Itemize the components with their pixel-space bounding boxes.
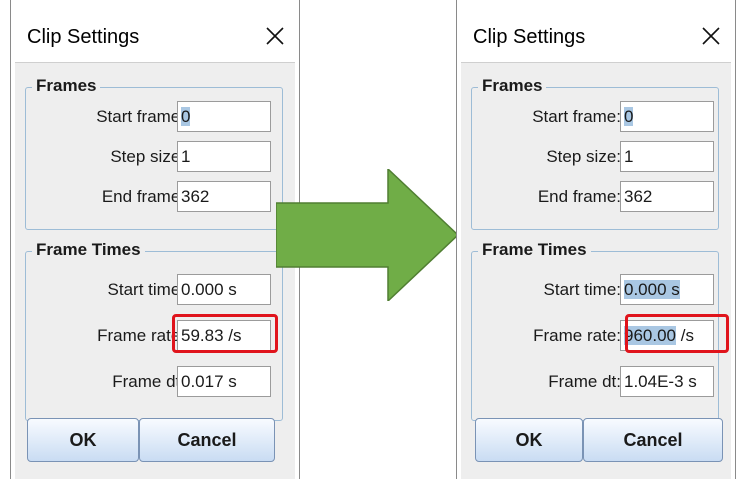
ok-button[interactable]: OK	[27, 418, 139, 462]
start-time-label: Start time:	[543, 280, 621, 299]
frame-dt-row: Frame dt: 0.017 s	[26, 363, 282, 401]
start-frame-label: Start frame:	[532, 107, 621, 126]
frame-rate-row: Frame rate: 59.83 /s	[26, 317, 282, 355]
frame-rate-field[interactable]: 960.00 /s	[620, 320, 714, 351]
step-size-label: Step size:	[546, 147, 621, 166]
start-frame-value: 0	[181, 107, 191, 126]
end-frame-row: End frame: 362	[26, 178, 282, 216]
start-frame-field[interactable]: 0	[620, 101, 714, 132]
clip-settings-dialog-after: Clip Settings Frames Start frame: 0 Step…	[456, 0, 736, 479]
cancel-button[interactable]: Cancel	[583, 418, 723, 462]
end-frame-label: End frame:	[101, 187, 185, 206]
start-time-field[interactable]: 0.000 s	[620, 274, 714, 305]
start-time-field[interactable]: 0.000 s	[177, 274, 271, 305]
dialog-title: Clip Settings	[27, 26, 140, 48]
step-size-row: Step size: 1	[472, 138, 718, 176]
frames-group: Frames Start frame: 0 Step size: 1 End f…	[25, 76, 283, 230]
clip-settings-dialog-before: Clip Settings Frames Start frame: 0 Step…	[10, 0, 300, 479]
frame-rate-field[interactable]: 59.83 /s	[177, 320, 271, 351]
frame-dt-field[interactable]: 1.04E-3 s	[620, 366, 714, 397]
frame-dt-label: Frame dt:	[112, 372, 185, 391]
right-arrow-icon	[276, 169, 458, 301]
step-size-field[interactable]: 1	[620, 141, 714, 172]
frame-times-legend: Frame Times	[32, 240, 145, 260]
start-frame-row: Start frame: 0	[472, 98, 718, 136]
step-size-row: Step size: 1	[26, 138, 282, 176]
start-frame-row: Start frame: 0	[26, 98, 282, 136]
end-frame-field[interactable]: 362	[177, 181, 271, 212]
dialog-title: Clip Settings	[473, 26, 586, 48]
start-time-row: Start time: 0.000 s	[26, 271, 282, 309]
dialog-content: Frames Start frame: 0 Step size: 1 End f…	[15, 62, 295, 479]
frame-dt-row: Frame dt: 1.04E-3 s	[472, 363, 718, 401]
start-frame-field[interactable]: 0	[177, 101, 271, 132]
step-size-label: Step size:	[110, 147, 185, 166]
end-frame-row: End frame: 362	[472, 178, 718, 216]
end-frame-label: End frame:	[537, 187, 621, 206]
title-bar: Clip Settings	[457, 14, 735, 60]
frame-rate-unit: /s	[676, 326, 694, 345]
frame-rate-label: Frame rate:	[533, 326, 621, 345]
frame-dt-label: Frame dt:	[548, 372, 621, 391]
frames-group: Frames Start frame: 0 Step size: 1 End f…	[471, 76, 719, 230]
close-icon[interactable]	[699, 24, 723, 48]
start-frame-value: 0	[624, 107, 634, 126]
ok-button[interactable]: OK	[475, 418, 583, 462]
dialog-content: Frames Start frame: 0 Step size: 1 End f…	[461, 62, 731, 479]
step-size-field[interactable]: 1	[177, 141, 271, 172]
start-time-label: Start time:	[107, 280, 185, 299]
start-time-row: Start time: 0.000 s	[472, 271, 718, 309]
frame-times-legend: Frame Times	[478, 240, 591, 260]
frames-legend: Frames	[478, 76, 547, 96]
frame-dt-field[interactable]: 0.017 s	[177, 366, 271, 397]
frame-times-group: Frame Times Start time: 0.000 s Frame ra…	[471, 240, 719, 421]
frame-rate-row: Frame rate: 960.00 /s	[472, 317, 718, 355]
frame-rate-selected-value: 960.00	[624, 326, 676, 345]
start-time-value: 0.000 s	[624, 280, 680, 299]
cancel-button[interactable]: Cancel	[139, 418, 275, 462]
frame-times-group: Frame Times Start time: 0.000 s Frame ra…	[25, 240, 283, 421]
title-bar: Clip Settings	[11, 14, 299, 60]
end-frame-field[interactable]: 362	[620, 181, 714, 212]
start-frame-label: Start frame:	[96, 107, 185, 126]
close-icon[interactable]	[263, 24, 287, 48]
frames-legend: Frames	[32, 76, 101, 96]
frame-rate-label: Frame rate:	[97, 326, 185, 345]
